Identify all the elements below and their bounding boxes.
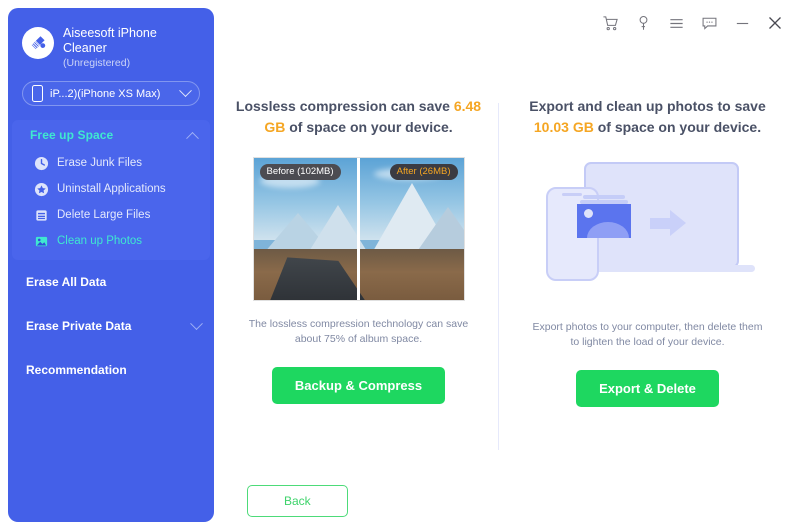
sidebar-item-erase-all-data[interactable]: Erase All Data — [8, 260, 214, 304]
sidebar-item-erase-private-data[interactable]: Erase Private Data — [8, 304, 214, 348]
nav-group-free-up-space: Free up Space Erase Junk Files Uninstall… — [12, 120, 210, 260]
export-panel: Export and clean up photos to save 10.03… — [503, 96, 792, 407]
compression-title-part2: of space on your device. — [289, 119, 453, 135]
export-delete-button[interactable]: Export & Delete — [576, 370, 719, 407]
sidebar-item-label: Delete Large Files — [57, 209, 151, 221]
chevron-down-icon — [179, 84, 192, 98]
chevron-up-icon — [186, 131, 199, 145]
arrow-right-icon — [649, 218, 672, 229]
compression-panel-title: Lossless compression can save 6.48 GB of… — [214, 96, 503, 138]
sidebar-item-recommendation[interactable]: Recommendation — [8, 348, 214, 392]
main-content: Lossless compression can save 6.48 GB of… — [214, 8, 792, 522]
file-list-icon — [36, 209, 47, 221]
compression-button-row: Backup & Compress — [214, 367, 503, 404]
mountain-peak — [415, 204, 464, 253]
compression-description: The lossless compression technology can … — [248, 318, 469, 345]
compression-panel: Lossless compression can save 6.48 GB of… — [214, 96, 503, 407]
clock-icon — [34, 156, 49, 170]
brand: Aiseesoft iPhone Cleaner (Unregistered) — [8, 8, 214, 70]
sidebar: Aiseesoft iPhone Cleaner (Unregistered) … — [8, 8, 214, 522]
photo-thumbnail — [576, 204, 631, 238]
backup-compress-button[interactable]: Backup & Compress — [271, 367, 446, 404]
sidebar-section-label: Free up Space — [30, 128, 114, 142]
sidebar-item-label: Recommendation — [26, 363, 127, 377]
sidebar-item-uninstall-applications[interactable]: Uninstall Applications — [12, 176, 210, 202]
export-description: Export photos to your computer, then del… — [532, 321, 763, 348]
sidebar-item-label: Erase Private Data — [26, 319, 132, 333]
sidebar-item-label: Clean up Photos — [57, 235, 143, 247]
export-savings-value: 10.03 GB — [533, 119, 594, 135]
panels: Lossless compression can save 6.48 GB of… — [214, 96, 792, 407]
export-title-part1: Export and clean up photos to save — [529, 98, 766, 114]
back-button[interactable]: Back — [247, 485, 348, 517]
sidebar-nav: Free up Space Erase Junk Files Uninstall… — [8, 120, 214, 392]
brand-name: Aiseesoft iPhone Cleaner — [63, 26, 157, 55]
sun-icon — [583, 209, 593, 218]
brand-status: (Unregistered) — [63, 57, 131, 69]
sidebar-item-label: Erase Junk Files — [57, 157, 143, 169]
sidebar-item-erase-junk-files[interactable]: Erase Junk Files — [12, 150, 210, 176]
sidebar-section-free-up-space[interactable]: Free up Space — [12, 120, 210, 150]
after-tag: After (26MB) — [389, 164, 458, 180]
back-button-row: Back — [247, 485, 348, 517]
export-illustration — [532, 152, 764, 304]
laptop-base — [571, 265, 755, 272]
phone-notch — [562, 193, 582, 196]
device-selector-label: iP...2)(iPhone XS Max) — [50, 87, 161, 100]
sidebar-item-label: Erase All Data — [26, 275, 107, 289]
export-button-row: Export & Delete — [503, 370, 792, 407]
hill-shape — [586, 222, 629, 238]
sidebar-item-delete-large-files[interactable]: Delete Large Files — [12, 202, 210, 228]
export-title-part2: of space on your device. — [597, 119, 762, 135]
sidebar-item-clean-up-photos[interactable]: Clean up Photos — [12, 228, 210, 254]
phone-icon — [32, 85, 43, 102]
photo-stack-layer — [582, 195, 625, 199]
broom-cleaner-icon — [22, 27, 54, 59]
app-star-icon — [34, 182, 49, 196]
arrow-right-head — [669, 210, 686, 236]
app-window: Aiseesoft iPhone Cleaner (Unregistered) … — [0, 0, 800, 530]
export-panel-title: Export and clean up photos to save 10.03… — [503, 96, 792, 138]
device-selector[interactable]: iP...2)(iPhone XS Max) — [22, 81, 200, 106]
split-divider — [357, 158, 360, 300]
before-tag: Before (102MB) — [259, 164, 341, 180]
chevron-down-icon — [190, 316, 203, 330]
photo-stack-icon — [576, 195, 631, 238]
sidebar-item-label: Uninstall Applications — [57, 183, 166, 195]
photo-icon — [35, 236, 48, 246]
compression-title-part1: Lossless compression can save — [235, 98, 450, 114]
before-after-image: Before (102MB) After (26MB) — [252, 157, 465, 301]
